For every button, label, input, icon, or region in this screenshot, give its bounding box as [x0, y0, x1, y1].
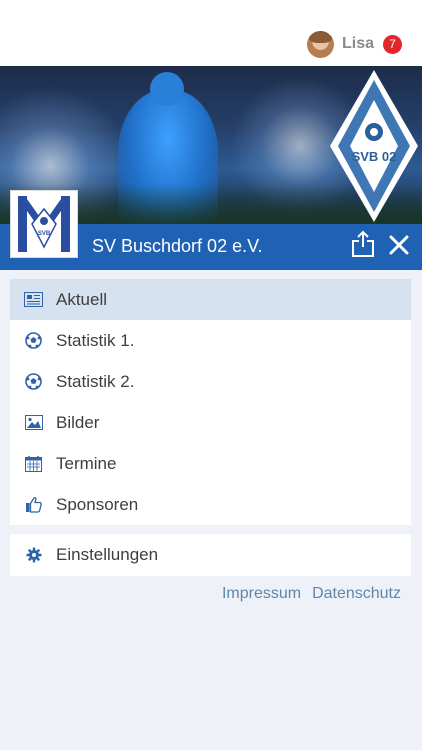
footer-links: Impressum Datenschutz [222, 585, 401, 603]
menu-item-statistik-2[interactable]: Statistik 2. [10, 361, 411, 402]
club-logo-icon: SVB [11, 191, 77, 257]
menu-item-bilder[interactable]: Bilder [10, 402, 411, 443]
menu-item-label: Bilder [56, 412, 100, 432]
image-icon [24, 413, 43, 432]
menu-item-termine[interactable]: Termine [10, 443, 411, 484]
banner-club-crest: SVB 02 [330, 70, 418, 222]
top-bar: Lisa 7 [0, 0, 422, 66]
notification-badge[interactable]: 7 [383, 34, 402, 54]
svg-text:SVB: SVB [38, 231, 51, 237]
menu-item-label: Termine [56, 453, 117, 473]
menu-item-aktuell[interactable]: Aktuell [10, 279, 411, 320]
user-profile[interactable]: Lisa 7 [306, 30, 402, 58]
club-name: SV Buschdorf 02 e.V. [92, 236, 263, 256]
club-logo: SVB [10, 190, 78, 258]
thumbs-up-icon [24, 495, 43, 514]
datenschutz-link[interactable]: Datenschutz [312, 585, 401, 603]
newspaper-icon [24, 290, 43, 309]
user-avatar[interactable] [306, 30, 334, 58]
user-name[interactable]: Lisa [342, 35, 374, 53]
menu-item-sponsoren[interactable]: Sponsoren [10, 484, 411, 525]
settings-label: Einstellungen [56, 545, 159, 564]
calendar-icon [24, 454, 43, 473]
menu-item-label: Sponsoren [56, 494, 139, 514]
menu-item-statistik-1[interactable]: Statistik 1. [10, 320, 411, 361]
soccer-ball-icon [24, 372, 43, 391]
menu-item-label: Statistik 1. [56, 330, 135, 350]
menu-item-einstellungen[interactable]: Einstellungen [10, 534, 411, 576]
gear-icon [24, 546, 43, 565]
close-icon[interactable] [388, 234, 410, 256]
menu-item-label: Statistik 2. [56, 371, 135, 391]
crest-text: SVB 02 [352, 149, 397, 164]
share-icon[interactable] [350, 230, 376, 258]
navigation-menu: Aktuell Statistik 1. Statistik 2. Bilder… [10, 279, 411, 525]
soccer-ball-icon [24, 331, 43, 350]
impressum-link[interactable]: Impressum [222, 585, 301, 603]
menu-item-label: Aktuell [56, 289, 108, 309]
